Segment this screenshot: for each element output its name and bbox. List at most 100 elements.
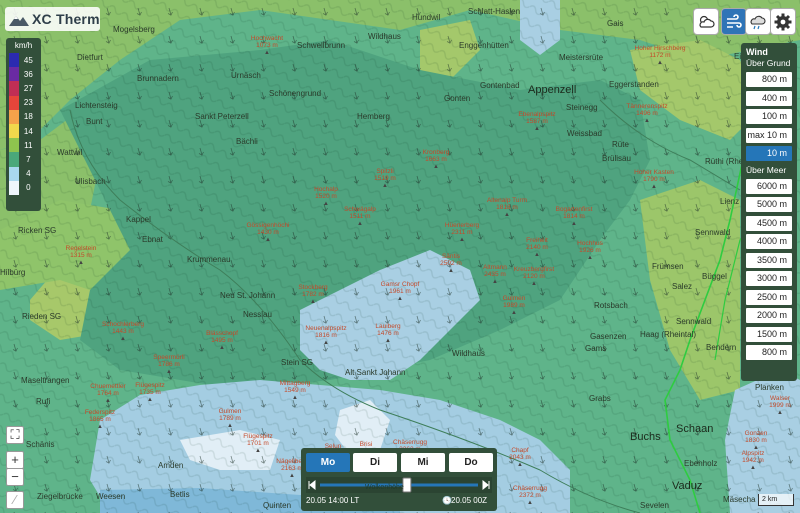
wind-level-4000-m[interactable]: 4000 m	[746, 234, 792, 249]
day-tab-mo[interactable]: Mo	[306, 453, 350, 472]
peak-elevation: 2311 m	[451, 229, 473, 237]
place-label: Hundwil	[412, 13, 441, 22]
peak-elevation: 1786 m	[158, 361, 180, 369]
wind-level-3000-m[interactable]: 3000 m	[746, 271, 792, 286]
peak-marker-icon: ▲	[120, 335, 126, 342]
scale-bar: 2 km	[758, 494, 794, 506]
utc-time: 20.05 00Z	[451, 496, 488, 505]
settings-button[interactable]	[770, 8, 796, 35]
wind-level-2500-m[interactable]: 2500 m	[746, 289, 792, 305]
legend-row: 23	[9, 95, 38, 110]
peak-label: Säntis 2502 m ▲	[440, 253, 462, 275]
day-tab-mi[interactable]: Mi	[401, 453, 445, 472]
peak-label: Hoher Kasten 1790 m ▲	[634, 169, 674, 191]
peak-label: Speermürli 1786 m ▲	[153, 354, 184, 376]
peak-label: Hochhus 1926 m ▲	[577, 240, 603, 262]
day-tab-do[interactable]: Do	[449, 453, 493, 472]
peak-elevation: 1830 m	[745, 437, 767, 445]
wind-level-800-m[interactable]: 800 m	[746, 72, 792, 87]
peak-elevation: 1961 m	[389, 288, 411, 296]
peak-name: Tännerenspitz	[626, 103, 668, 110]
weather-button[interactable]	[745, 8, 771, 35]
place-label: Wildhaus	[452, 349, 485, 358]
cloud-sun-icon	[699, 15, 715, 28]
wind-level-panel: Wind Über Grund 800 m 400 m 100 m max 10 m 1…	[741, 43, 797, 381]
peak-marker-icon: ▲	[255, 447, 261, 454]
legend-label: 27	[23, 83, 33, 93]
peak-name: Flügespitz	[135, 382, 165, 389]
wind-level-3500-m[interactable]: 3500 m	[746, 252, 792, 268]
peak-name: Chuemettler	[90, 383, 126, 390]
peak-marker-icon: ▲	[527, 499, 533, 506]
cloud-sun-button[interactable]	[693, 8, 719, 35]
draw-button[interactable]: ⁄	[6, 491, 24, 509]
place-label: Bächli	[236, 137, 258, 146]
day-tab-di[interactable]: Di	[353, 453, 397, 472]
peak-name: Gamsr Chopf	[380, 281, 420, 288]
wind-level-100-m[interactable]: 100 m	[746, 109, 792, 124]
peak-elevation: 1520 m	[315, 193, 337, 201]
peak-name: Lauiberg	[375, 323, 401, 330]
peak-label: Ebenalpspitz 1587 m ▲	[518, 111, 555, 133]
peak-name: Blässchopf	[206, 330, 238, 337]
place-label: Alt Sankt Johann	[345, 368, 406, 377]
peak-label: Gamsr Chopf 1961 m ▲	[381, 281, 420, 303]
legend-swatch	[9, 180, 19, 195]
legend-swatch	[9, 81, 19, 96]
wind-level-4500-m[interactable]: 4500 m	[746, 215, 792, 231]
place-label: Ulisbach	[75, 177, 106, 186]
wind-level-6000-m[interactable]: 6000 m	[746, 178, 792, 194]
peak-elevation: 2043 m	[509, 454, 531, 462]
peak-label: Kronberg 1663 m ▲	[423, 149, 450, 171]
peak-name: Hoher Hirschberg	[634, 45, 686, 52]
wind-level-max-10-m[interactable]: max 10 m	[746, 127, 792, 143]
wind-panel-title: Wind	[746, 47, 768, 57]
place-label: Salez	[672, 282, 693, 291]
peak-marker-icon: ▲	[651, 183, 657, 190]
legend-label: 4	[26, 169, 31, 179]
place-label: Schänis	[26, 440, 55, 449]
peak-label: Chäserrugg 2372 m ▲	[513, 485, 547, 507]
mountain-icon	[9, 16, 29, 26]
wind-level-10-m[interactable]: 10 m	[746, 146, 792, 161]
peak-marker-icon: ▲	[511, 309, 517, 316]
fullscreen-button[interactable]: ⛶	[6, 426, 24, 444]
place-label: Büggel	[702, 272, 727, 281]
peak-marker-icon: ▲	[397, 295, 403, 302]
legend-label: 11	[24, 140, 33, 150]
wind-level-2000-m[interactable]: 2000 m	[746, 308, 792, 323]
place-label: Gontenbad	[480, 81, 520, 90]
wind-level-1500-m[interactable]: 1500 m	[746, 326, 792, 342]
peak-elevation: 1789 m	[219, 415, 241, 423]
wind-level-5000-m[interactable]: 5000 m	[746, 197, 792, 212]
peak-name: Hüenerberg	[444, 222, 480, 229]
peak-marker-icon: ▲	[310, 298, 316, 305]
peak-marker-icon: ▲	[264, 49, 270, 56]
place-label: Schönengrund	[269, 89, 322, 98]
peak-elevation: 1790 m	[643, 176, 665, 184]
map-canvas[interactable]: Hundwil Mogelsberg Schlatt-Haslen Gais Wildh…	[0, 0, 800, 513]
wind-button[interactable]	[721, 8, 747, 35]
peak-name: Schochlerberg	[102, 321, 144, 328]
place-label: Gams	[585, 344, 607, 353]
wind-speed-legend: km/h 45 36 27 23 18 14 11 7 4 0	[6, 38, 41, 211]
place-label: Planken	[755, 383, 784, 392]
peak-elevation: 1172 m	[649, 52, 671, 60]
place-label: Weesen	[96, 492, 126, 501]
peak-elevation: 1549 m	[284, 387, 306, 395]
wind-level-800-m[interactable]: 800 m	[746, 345, 792, 360]
legend-label: 36	[23, 69, 33, 79]
peak-marker-icon: ▲	[78, 259, 84, 266]
zoom-in-button[interactable]: +	[6, 451, 24, 469]
peak-marker-icon: ▲	[459, 236, 465, 243]
zoom-out-button[interactable]: −	[6, 468, 24, 486]
wind-level-400-m[interactable]: 400 m	[746, 90, 792, 106]
peak-elevation: 2502 m	[440, 260, 462, 268]
peak-marker-icon: ▲	[97, 423, 103, 430]
place-label: Amden	[158, 461, 184, 470]
peak-marker-icon: ▲	[323, 200, 329, 207]
place-label: Lienz	[720, 197, 740, 206]
legend-label: 18	[23, 112, 33, 122]
peak-label: Altmann 2435 m ▲	[483, 264, 507, 286]
peak-name: Bogartenfirst	[555, 206, 593, 213]
